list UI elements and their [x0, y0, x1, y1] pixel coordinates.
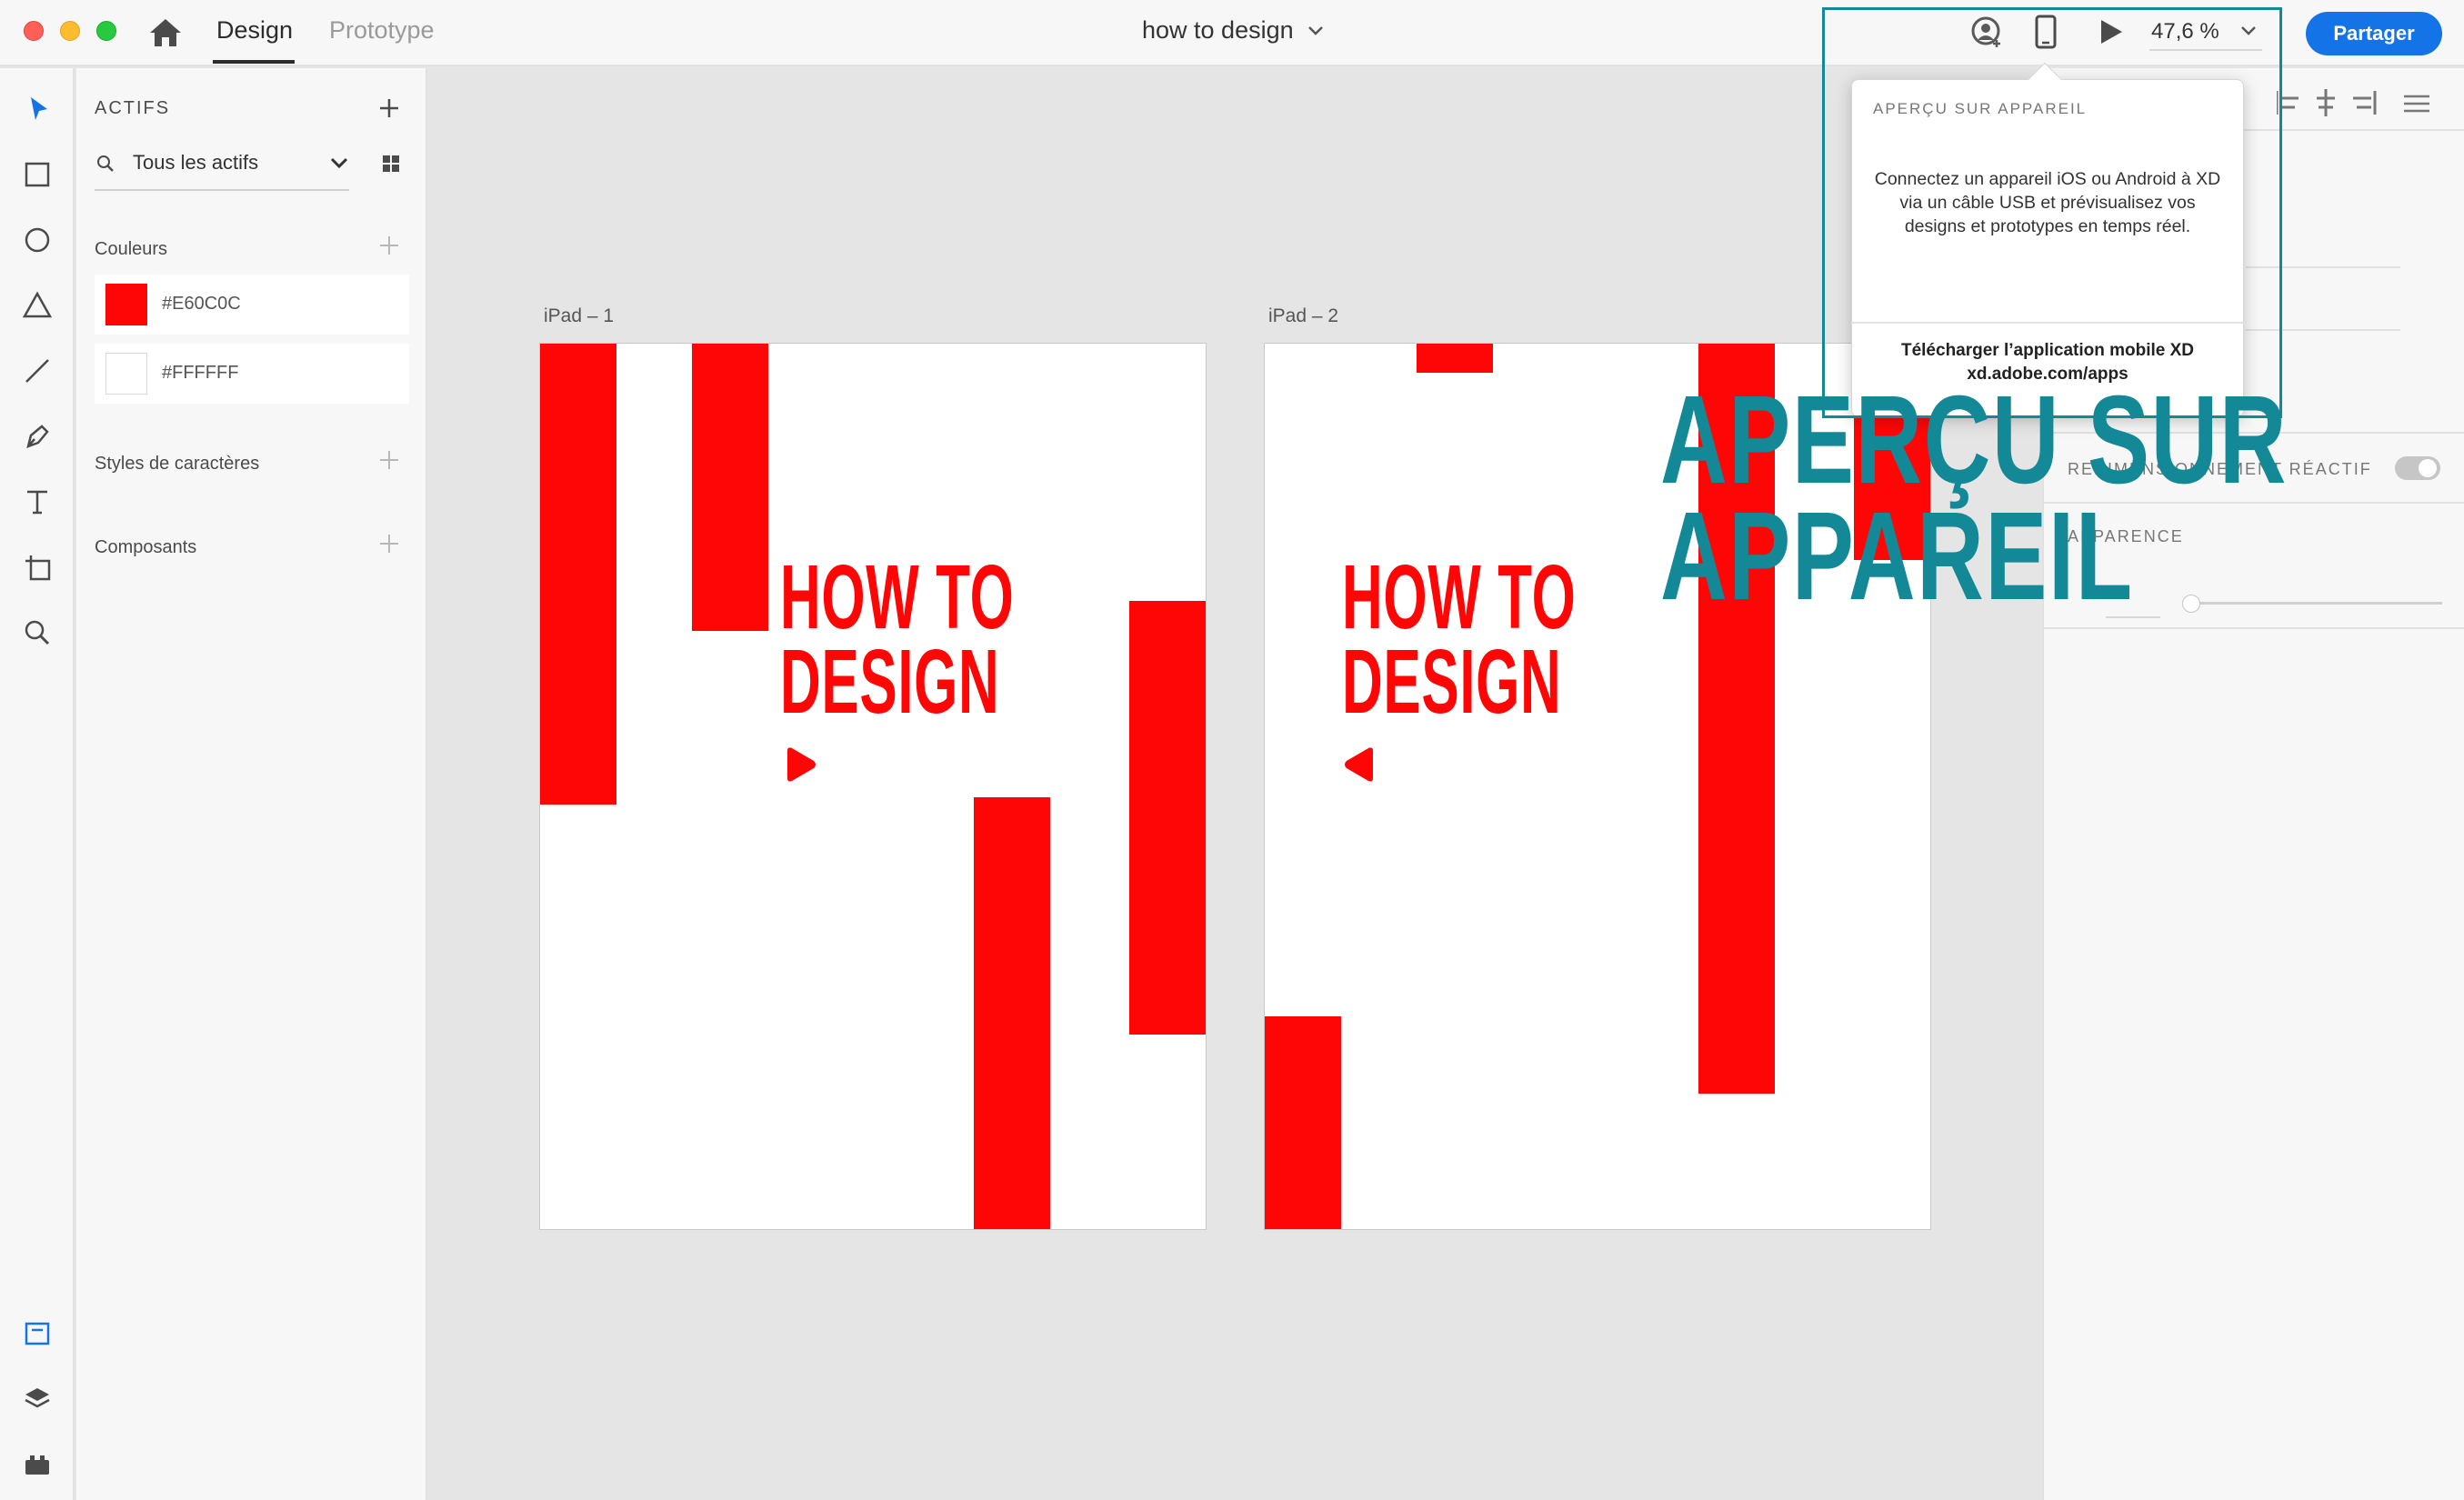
- play-right-icon[interactable]: [784, 745, 818, 784]
- add-character-style-icon[interactable]: [378, 449, 400, 471]
- color-swatch: [105, 284, 147, 325]
- align-icons[interactable]: [2277, 87, 2449, 118]
- grid-view-icon[interactable]: [382, 155, 400, 173]
- add-component-icon[interactable]: [378, 533, 400, 555]
- headline-text[interactable]: HOW TO DESIGN: [1342, 546, 1577, 733]
- tool-bar: [0, 68, 75, 1500]
- headline-text[interactable]: HOW TO DESIGN: [780, 546, 1015, 733]
- plugins-panel-icon[interactable]: [20, 1447, 55, 1482]
- close-window-button[interactable]: [24, 21, 44, 41]
- active-tab-indicator: [213, 60, 295, 64]
- artboard-tool-icon[interactable]: [20, 550, 55, 585]
- ellipse-tool-icon[interactable]: [20, 223, 55, 257]
- headline-line: DESIGN: [780, 631, 1000, 733]
- assets-title: ACTIFS: [95, 98, 171, 118]
- artboard-label[interactable]: iPad – 2: [1268, 305, 1338, 327]
- color-swatch-row[interactable]: #E60C0C: [95, 275, 409, 335]
- toggle-knob: [2419, 459, 2437, 477]
- zoom-tool-icon[interactable]: [20, 615, 55, 650]
- filter-underline: [95, 189, 349, 191]
- pen-tool-icon[interactable]: [20, 419, 55, 454]
- share-button[interactable]: Partager: [2306, 12, 2442, 55]
- divider: [2042, 627, 2464, 629]
- home-icon[interactable]: [147, 16, 184, 49]
- tab-prototype[interactable]: Prototype: [329, 16, 435, 45]
- components-section-label: Composants: [95, 537, 197, 557]
- zoom-window-button[interactable]: [96, 21, 116, 41]
- text-tool-icon[interactable]: [20, 485, 55, 519]
- headline-line: HOW TO: [1342, 546, 1577, 648]
- add-color-icon[interactable]: [378, 235, 400, 256]
- headline-line: HOW TO: [780, 546, 1015, 648]
- color-swatch: [105, 353, 147, 395]
- callout-text: APERÇU SUR APPAREIL: [1660, 370, 2289, 626]
- red-bar[interactable]: [1129, 601, 1206, 1035]
- chevron-down-icon[interactable]: [329, 156, 349, 171]
- add-asset-icon[interactable]: [378, 97, 400, 119]
- assets-filter-select[interactable]: Tous les actifs: [133, 151, 258, 175]
- search-icon: [97, 155, 114, 172]
- highlight-frame: [1822, 7, 2282, 418]
- play-left-icon[interactable]: [1342, 745, 1377, 784]
- select-tool-icon[interactable]: [20, 92, 55, 126]
- layers-panel-icon[interactable]: [20, 1382, 55, 1416]
- red-bar[interactable]: [692, 344, 768, 631]
- character-styles-section-label: Styles de caractères: [95, 454, 260, 474]
- color-swatch-label: #FFFFFF: [162, 363, 239, 383]
- rectangle-tool-icon[interactable]: [20, 157, 55, 192]
- headline-line: DESIGN: [1342, 631, 1562, 733]
- red-bar[interactable]: [540, 344, 616, 805]
- callout-line: APERÇU SUR: [1660, 370, 2289, 510]
- document-title[interactable]: how to design: [1142, 16, 1294, 45]
- minimize-window-button[interactable]: [60, 21, 80, 41]
- line-tool-icon[interactable]: [20, 354, 55, 388]
- color-swatch-label: #E60C0C: [162, 294, 241, 314]
- color-swatch-row[interactable]: #FFFFFF: [95, 344, 409, 404]
- tab-design[interactable]: Design: [216, 16, 293, 45]
- artboard-ipad-1[interactable]: HOW TO DESIGN: [539, 343, 1207, 1230]
- polygon-tool-icon[interactable]: [20, 288, 55, 323]
- red-bar[interactable]: [974, 797, 1050, 1229]
- chevron-down-icon[interactable]: [1306, 24, 1326, 38]
- artboard-label[interactable]: iPad – 1: [544, 305, 614, 327]
- assets-panel-icon[interactable]: [20, 1316, 55, 1351]
- red-bar[interactable]: [1265, 1016, 1341, 1229]
- red-bar[interactable]: [1417, 344, 1493, 373]
- callout-line: APPAREIL: [1660, 486, 2134, 626]
- colors-section-label: Couleurs: [95, 239, 168, 259]
